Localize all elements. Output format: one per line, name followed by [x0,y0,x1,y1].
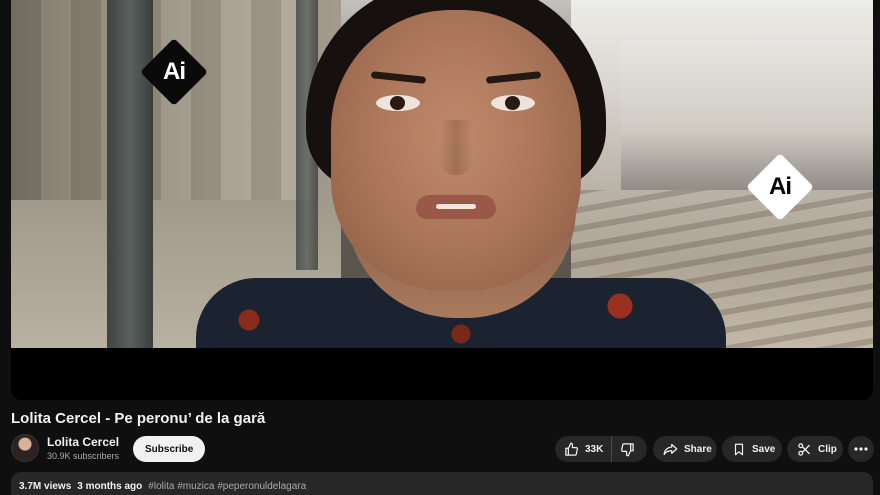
clip-label: Clip [818,443,837,455]
like-dislike-group: 33K [555,436,647,462]
video-frame: Ai Ai [11,0,873,348]
video-title: Lolita Cercel - Pe peronu’ de la gară [11,410,266,427]
more-actions-button[interactable] [848,436,874,462]
thumbs-up-icon [565,442,578,456]
channel-row: Lolita Cercel 30.9K subscribers Subscrib… [11,434,874,464]
platform-column [107,0,153,348]
save-label: Save [752,443,776,455]
share-icon [663,443,678,455]
like-count: 33K [585,443,604,455]
mouth [416,195,496,219]
more-icon [854,447,868,451]
eyebrow-left [370,71,427,84]
share-label: Share [684,443,712,455]
hashtags[interactable]: #lolita #muzica #peperonuldelagara [148,481,306,492]
like-button[interactable]: 33K [555,436,613,462]
eye-left [376,95,420,111]
subscriber-count: 30.9K subscribers [47,451,120,461]
share-button[interactable]: Share [653,436,717,462]
clip-button[interactable]: Clip [787,436,843,462]
nose [439,120,473,175]
description-box[interactable]: 3.7M views 3 months ago #lolita #muzica #p… [11,472,873,495]
save-button[interactable]: Save [722,436,782,462]
dislike-button[interactable] [612,436,643,462]
thumbs-down-icon [621,442,635,456]
channel-avatar[interactable] [11,434,39,462]
video-player[interactable]: Ai Ai [11,0,873,400]
scissors-icon [798,442,810,456]
eye-right [491,95,535,111]
view-count: 3.7M views [19,481,72,492]
ai-watermark-text: Ai [163,58,185,85]
channel-name[interactable]: Lolita Cercel [47,435,119,449]
save-icon [734,443,744,455]
face [331,10,581,290]
eyebrow-right [485,71,542,84]
subscribe-button[interactable]: Subscribe [133,436,206,462]
upload-age: 3 months ago [77,481,143,492]
woman-figure [196,0,726,348]
ai-watermark-text: Ai [769,173,791,200]
